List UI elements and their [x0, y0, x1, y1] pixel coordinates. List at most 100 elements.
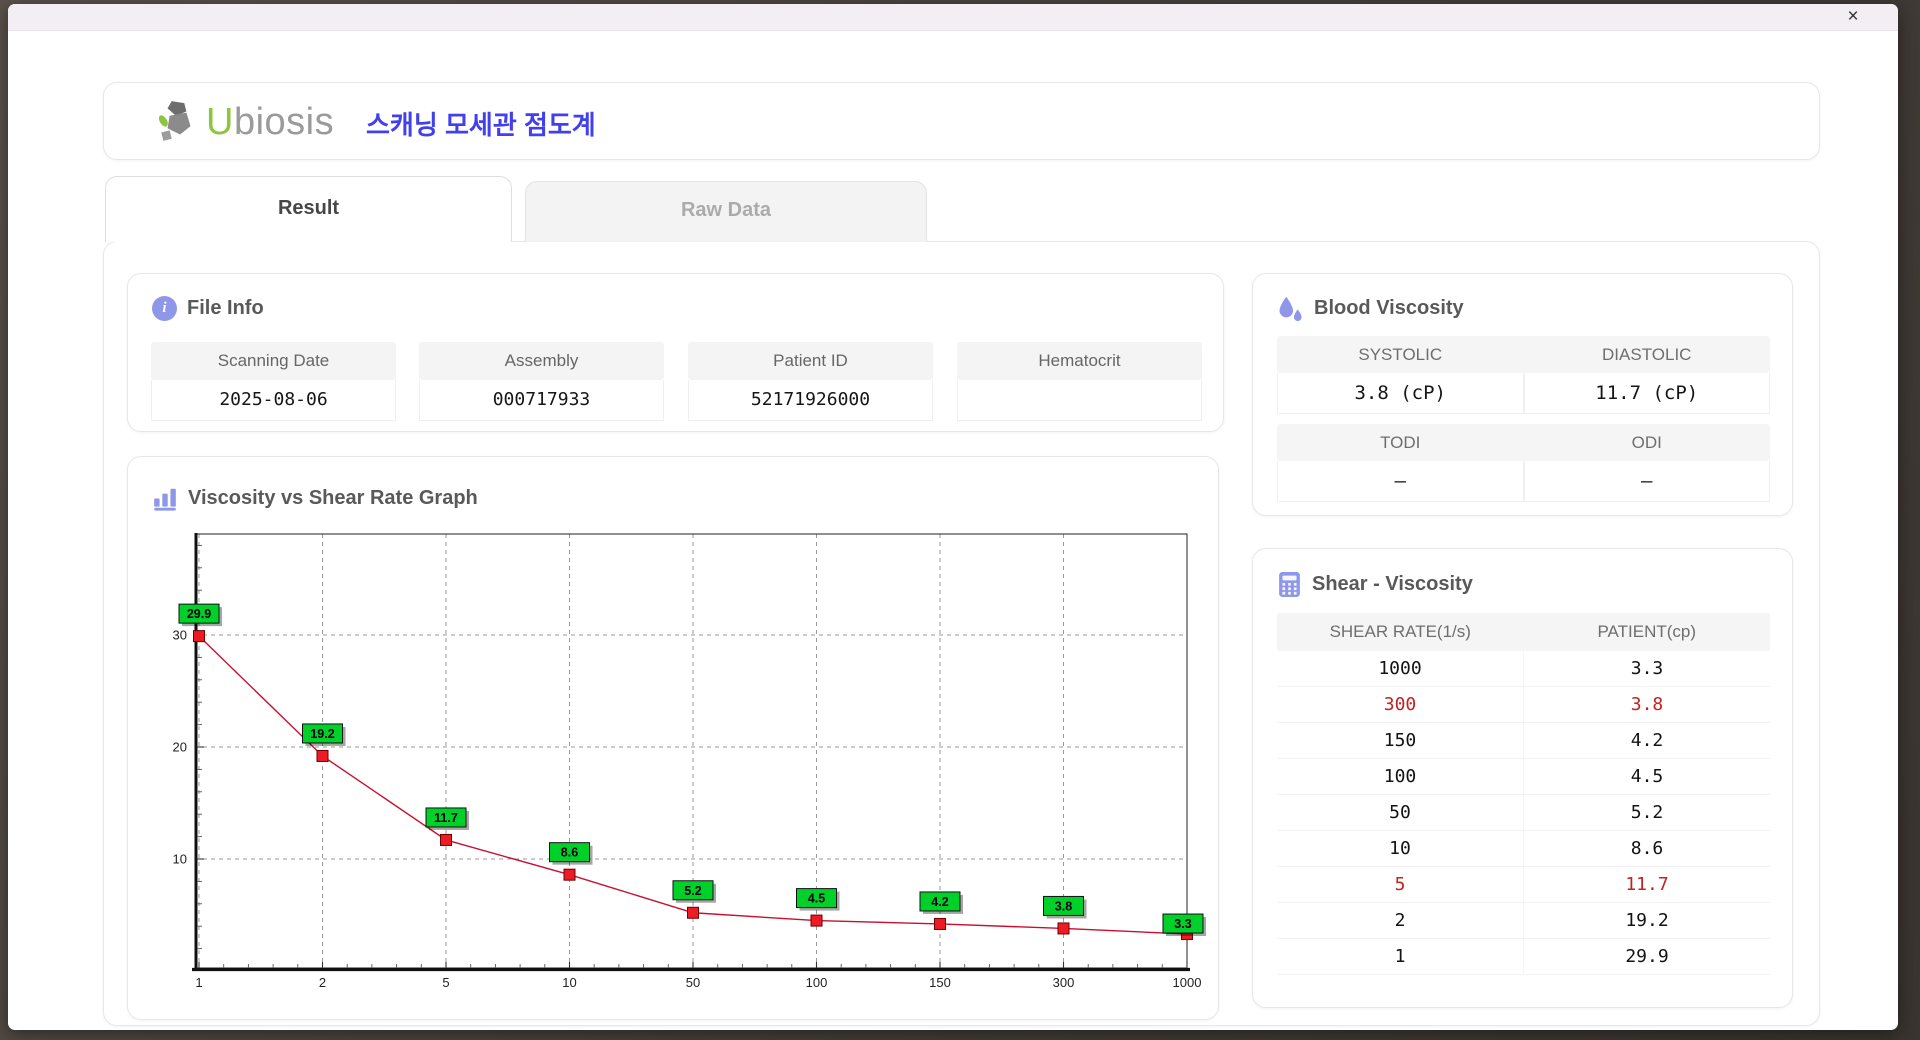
blood-drops-icon [1279, 296, 1302, 322]
calculator-icon [1279, 572, 1300, 597]
field-assembly: Assembly 000717933 [419, 342, 664, 421]
viscosity-graph-card: Viscosity vs Shear Rate Graph 10 20 30 1 2 5 1… [127, 456, 1219, 1020]
odi-label: ODI [1631, 433, 1662, 452]
bar-chart-icon [154, 488, 176, 511]
brand-logo: Ubiosis [156, 99, 334, 145]
shear-rate-cell: 1000 [1277, 651, 1524, 686]
svg-text:150: 150 [929, 975, 951, 990]
app-window: × Ubiosis 스캐닝 모세관 점도계 Result Raw Data i … [8, 4, 1898, 1030]
table-row: 1 29.9 [1277, 939, 1770, 975]
field-hematocrit: Hematocrit [957, 342, 1202, 421]
shear-viscosity-title: Shear - Viscosity [1277, 571, 1473, 598]
svg-text:20: 20 [173, 740, 187, 755]
file-info-title: i File Info [152, 296, 264, 321]
viscosity-shear-chart: 10 20 30 1 2 5 10 50 100 150 300 1000 29.9 19.2 11.7 8.… [173, 533, 1206, 990]
systolic-value: 3.8 (cP) [1277, 373, 1524, 414]
diastolic-label: DIASTOLIC [1602, 345, 1692, 364]
patient-column-header: PATIENT(cp) [1597, 622, 1697, 641]
systolic-diastolic-header: SYSTOLIC DIASTOLIC [1277, 336, 1770, 373]
shear-rate-cell: 5 [1277, 867, 1524, 902]
svg-text:5: 5 [442, 975, 449, 990]
shear-rate-cell: 2 [1277, 903, 1524, 938]
todi-label: TODI [1380, 433, 1421, 452]
svg-text:100: 100 [806, 975, 828, 990]
svg-text:4.2: 4.2 [931, 895, 948, 909]
table-row: 50 5.2 [1277, 795, 1770, 831]
title-bar: × [8, 4, 1898, 31]
field-value: 000717933 [419, 380, 664, 421]
patient-cell: 29.9 [1625, 946, 1669, 967]
todi-odi-values: – – [1277, 461, 1770, 502]
field-value: 52171926000 [688, 380, 933, 421]
info-icon: i [152, 296, 177, 321]
logo-text: Ubiosis [206, 100, 335, 143]
shear-rate-cell: 50 [1277, 795, 1524, 830]
patient-cell: 8.6 [1630, 838, 1664, 859]
odi-value: – [1523, 461, 1770, 502]
file-info-card: i File Info Scanning Date 2025-08-06 Ass… [127, 273, 1224, 432]
table-row: 300 3.8 [1277, 687, 1770, 723]
blood-viscosity-card: Blood Viscosity SYSTOLIC DIASTOLIC 3.8 (… [1252, 273, 1793, 516]
svg-text:30: 30 [173, 628, 187, 643]
field-label: Assembly [419, 342, 664, 380]
svg-text:3.8: 3.8 [1055, 899, 1072, 913]
svg-text:10: 10 [562, 975, 576, 990]
tab-result[interactable]: Result [105, 176, 512, 242]
svg-text:29.9: 29.9 [187, 607, 211, 621]
svg-text:11.7: 11.7 [434, 811, 458, 825]
logo-pebbles-icon [158, 101, 191, 141]
systolic-diastolic-values: 3.8 (cP) 11.7 (cP) [1277, 373, 1770, 414]
svg-text:10: 10 [173, 852, 187, 867]
patient-cell: 3.8 [1630, 694, 1664, 715]
table-row: 150 4.2 [1277, 723, 1770, 759]
todi-value: – [1277, 461, 1524, 502]
header-card: Ubiosis 스캐닝 모세관 점도계 [103, 82, 1820, 160]
tab-raw-data[interactable]: Raw Data [525, 181, 927, 242]
field-label: Patient ID [688, 342, 933, 380]
shear-rate-cell: 1 [1277, 939, 1524, 974]
svg-text:300: 300 [1053, 975, 1075, 990]
svg-text:50: 50 [686, 975, 700, 990]
shear-table-header: SHEAR RATE(1/s) PATIENT(cp) [1277, 613, 1770, 651]
table-row: 5 11.7 [1277, 867, 1770, 903]
shear-rate-cell: 100 [1277, 759, 1524, 794]
svg-text:1000: 1000 [1173, 975, 1202, 990]
field-scanning-date: Scanning Date 2025-08-06 [151, 342, 396, 421]
svg-text:8.6: 8.6 [561, 846, 578, 860]
svg-text:4.5: 4.5 [808, 892, 825, 906]
field-patient-id: Patient ID 52171926000 [688, 342, 933, 421]
patient-cell: 3.3 [1630, 658, 1664, 679]
systolic-label: SYSTOLIC [1358, 345, 1443, 364]
field-label: Hematocrit [957, 342, 1202, 380]
page-title: 스캐닝 모세관 점도계 [366, 110, 596, 140]
field-label: Scanning Date [151, 342, 396, 380]
patient-cell: 11.7 [1625, 874, 1669, 895]
patient-cell: 4.2 [1630, 730, 1664, 751]
svg-text:3.3: 3.3 [1174, 917, 1191, 931]
todi-odi-header: TODI ODI [1277, 424, 1770, 461]
field-value [957, 380, 1202, 421]
main-panel: i File Info Scanning Date 2025-08-06 Ass… [103, 241, 1820, 1026]
diastolic-value: 11.7 (cP) [1523, 373, 1770, 414]
svg-text:1: 1 [195, 975, 202, 990]
patient-cell: 5.2 [1630, 802, 1664, 823]
patient-cell: 4.5 [1630, 766, 1664, 787]
table-row: 100 4.5 [1277, 759, 1770, 795]
field-value: 2025-08-06 [151, 380, 396, 421]
svg-text:5.2: 5.2 [684, 884, 701, 898]
shear-viscosity-table: SHEAR RATE(1/s) PATIENT(cp) 1000 3.3 300 3.… [1277, 613, 1770, 975]
svg-text:2: 2 [319, 975, 326, 990]
blood-viscosity-title: Blood Viscosity [1277, 294, 1464, 323]
graph-title: Viscosity vs Shear Rate Graph [152, 485, 478, 511]
patient-cell: 19.2 [1625, 910, 1669, 931]
close-icon[interactable]: × [1840, 5, 1866, 29]
shear-rate-cell: 10 [1277, 831, 1524, 866]
table-row: 2 19.2 [1277, 903, 1770, 939]
shear-rate-cell: 150 [1277, 723, 1524, 758]
table-row: 10 8.6 [1277, 831, 1770, 867]
shear-rate-column-header: SHEAR RATE(1/s) [1329, 622, 1471, 641]
shear-viscosity-card: Shear - Viscosity SHEAR RATE(1/s) PATIEN… [1252, 548, 1793, 1008]
table-row: 1000 3.3 [1277, 651, 1770, 687]
shear-rate-cell: 300 [1277, 687, 1524, 722]
svg-text:19.2: 19.2 [310, 727, 334, 741]
